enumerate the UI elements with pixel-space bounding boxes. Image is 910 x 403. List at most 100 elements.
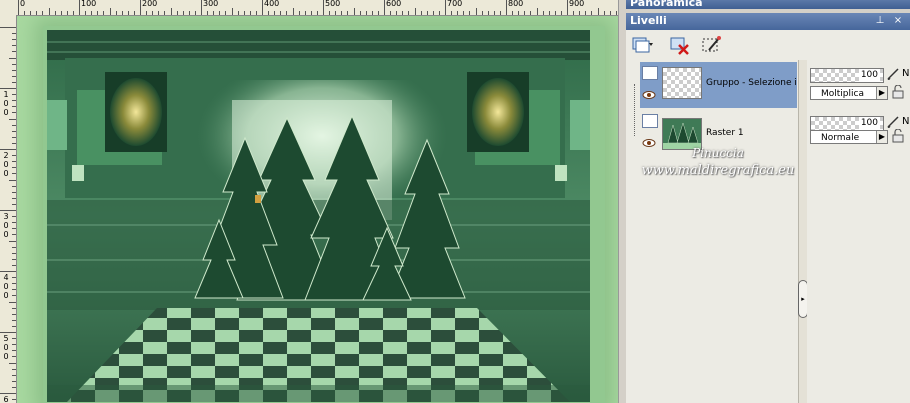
overview-panel-header[interactable]: Panoramica [626, 0, 910, 9]
ruler-minor-tick [371, 11, 373, 15]
layers-scrollbar[interactable]: ▸ [798, 60, 808, 403]
ruler-minor-tick [152, 11, 154, 15]
opacity-slider[interactable]: 100 [810, 116, 884, 131]
layers-list: Gruppo - Selezione inn Raster 1 [626, 60, 798, 403]
ruler-label: 800 [508, 0, 524, 8]
ruler-minor-tick [597, 8, 599, 15]
ruler-minor-tick [487, 11, 489, 15]
ruler-minor-tick [12, 155, 16, 157]
pin-icon[interactable]: ⊥ [874, 15, 886, 27]
ruler-label: 200 [3, 151, 9, 178]
layer-name: Raster 1 [706, 128, 744, 138]
ruler-minor-tick [12, 45, 16, 47]
ruler-minor-tick [12, 51, 16, 53]
ruler-minor-tick [9, 179, 16, 181]
ruler-minor-tick [243, 11, 245, 15]
ruler-minor-tick [298, 11, 300, 15]
blend-dropdown-arrow-icon[interactable]: ▶ [876, 131, 887, 143]
n-label: N [902, 68, 910, 79]
ruler-minor-tick [12, 161, 16, 163]
image-canvas[interactable] [17, 16, 618, 403]
ruler-label: 500 [325, 0, 341, 8]
ruler-minor-tick [12, 386, 16, 388]
watermark: Pinuccia www.maldiregrafica.eu [628, 145, 808, 179]
layer-thumbnail [662, 67, 702, 99]
ruler-minor-tick [12, 368, 16, 370]
ruler-label: 300 [3, 212, 9, 239]
ruler-minor-tick [329, 11, 331, 15]
ruler-minor-tick [12, 283, 16, 285]
blend-dropdown-arrow-icon[interactable]: ▶ [876, 87, 887, 99]
ruler-major-tick [0, 210, 16, 211]
ruler-minor-tick [12, 94, 16, 96]
ruler-minor-tick [24, 11, 26, 15]
ruler-minor-tick [9, 362, 16, 364]
ruler-minor-tick [72, 11, 74, 15]
ruler-minor-tick [48, 8, 50, 15]
layer-name: Gruppo - Selezione inn [706, 78, 796, 88]
delete-layer-icon[interactable] [668, 34, 692, 56]
ruler-minor-tick [463, 11, 465, 15]
ruler-minor-tick [469, 11, 471, 15]
ruler-minor-tick [12, 289, 16, 291]
ruler-minor-tick [12, 112, 16, 114]
ruler-minor-tick [12, 374, 16, 376]
brush-icon[interactable] [886, 115, 900, 129]
lock-icon[interactable] [892, 85, 904, 99]
ruler-minor-tick [146, 11, 148, 15]
ruler-minor-tick [304, 11, 306, 15]
ruler-minor-tick [12, 142, 16, 144]
layers-panel-title: Livelli [630, 14, 667, 27]
ruler-minor-tick [457, 11, 459, 15]
christmas-trees-artwork[interactable] [47, 30, 590, 402]
ruler-minor-tick [12, 258, 16, 260]
ruler-label: 600 [386, 0, 402, 8]
ruler-minor-tick [9, 118, 16, 120]
ruler-minor-tick [207, 11, 209, 15]
ruler-minor-tick [115, 11, 117, 15]
ruler-minor-tick [97, 11, 99, 15]
ruler-minor-tick [121, 11, 123, 15]
ruler-minor-tick [481, 11, 483, 15]
ruler-minor-tick [12, 307, 16, 309]
ruler-minor-tick [499, 11, 501, 15]
new-layer-icon[interactable] [630, 34, 654, 56]
ruler-minor-tick [170, 8, 172, 15]
ruler-minor-tick [530, 11, 532, 15]
ruler-minor-tick [109, 8, 111, 15]
ruler-minor-tick [12, 33, 16, 35]
ruler-minor-tick [12, 75, 16, 77]
ruler-major-tick [18, 0, 19, 15]
ruler-minor-tick [390, 11, 392, 15]
ruler-label: 100 [3, 90, 9, 117]
ruler-minor-tick [402, 11, 404, 15]
ruler-label: 100 [81, 0, 97, 8]
ruler-minor-tick [12, 252, 16, 254]
ruler-minor-tick [237, 11, 239, 15]
opacity-value: 100 [858, 69, 880, 82]
layer-props-group: 100 N Moltiplica ▶ [810, 62, 910, 102]
ruler-major-tick [384, 0, 385, 15]
layers-panel-header[interactable]: Livelli ⊥ × [626, 13, 910, 30]
close-icon[interactable]: × [892, 15, 904, 27]
visibility-eye-icon[interactable] [642, 90, 656, 100]
ruler-minor-tick [231, 8, 233, 15]
ruler-minor-tick [12, 277, 16, 279]
ruler-minor-tick [377, 11, 379, 15]
lock-icon[interactable] [892, 129, 904, 143]
ruler-minor-tick [12, 295, 16, 297]
layers-toolbar [626, 30, 910, 61]
brush-icon[interactable] [886, 67, 900, 81]
ruler-minor-tick [12, 246, 16, 248]
ruler-minor-tick [408, 11, 410, 15]
opacity-value: 100 [858, 117, 880, 130]
ruler-minor-tick [359, 11, 361, 15]
edit-selection-icon[interactable] [700, 34, 724, 56]
ruler-minor-tick [188, 11, 190, 15]
ruler-major-tick [0, 393, 16, 394]
layer-tree-connector [634, 84, 636, 136]
opacity-slider[interactable]: 100 [810, 68, 884, 83]
layer-properties: 100 N Moltiplica ▶ 100 N Normale ▶ [807, 60, 910, 403]
layer-row-group[interactable]: Gruppo - Selezione inn [640, 62, 797, 108]
ruler-minor-tick [585, 11, 587, 15]
